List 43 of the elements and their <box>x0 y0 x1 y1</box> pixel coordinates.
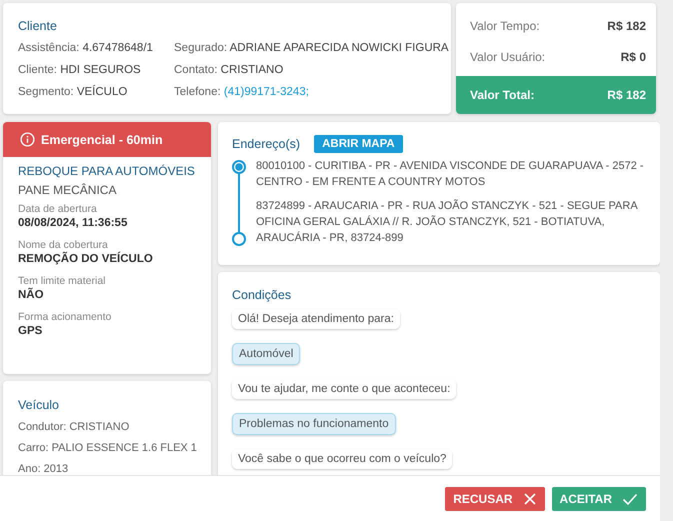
detail-label: Data de abertura <box>18 203 98 215</box>
detail-value: REMOÇÃO DO VEÍCULO <box>18 253 154 265</box>
value-label: Valor Tempo: <box>470 18 540 32</box>
value-amount: R$ 182 <box>607 18 646 32</box>
client-field: Telefone: (41)99171-3243; <box>174 86 449 98</box>
check-icon <box>622 492 638 506</box>
reject-button[interactable]: RECUSAR <box>445 486 545 510</box>
open-map-button[interactable]: ABRIR MAPA <box>314 135 403 153</box>
close-icon <box>522 492 537 506</box>
section-title: Endereço(s) <box>232 137 300 151</box>
service-title: REBOQUE PARA AUTOMÓVEIS <box>18 164 196 178</box>
info-icon <box>20 132 35 147</box>
service-subtitle: PANE MECÂNICA <box>18 183 118 197</box>
chat-question: Olá! Deseja atendimento para: <box>232 309 400 329</box>
chat-answer: Problemas no funcionamento <box>232 413 396 435</box>
accept-button[interactable]: ACEITAR <box>552 486 646 510</box>
section-title: Condições <box>232 288 292 302</box>
client-field: Assistência: 4.67478648/1 <box>18 42 174 54</box>
detail-label: Tem limite material <box>18 275 107 287</box>
chat-answer: Automóvel <box>232 343 300 365</box>
detail-value: 08/08/2024, 11:36:55 <box>18 217 128 229</box>
vehicle-info: Condutor: CRISTIANO <box>18 421 130 433</box>
detail-label: Nome da cobertura <box>18 239 109 251</box>
chat-question: Vou te ajudar, me conte o que aconteceu: <box>232 379 456 399</box>
address-text: 83724899 - ARAUCARIA - PR - RUA JOÃO STANCZYK - 521 - SEGUE PARA OFICINA GERAL GALÁXIA // R. JOÃO STANCZYK, 521 - BOTIATUVA, ARAUCÁRIA - PR, 83724-899 <box>256 198 638 246</box>
section-title: Cliente <box>18 19 58 33</box>
total-label: Valor Total: <box>470 88 534 102</box>
client-field: Segurado: ADRIANE APARECIDA NOWICKI FIGURA <box>174 42 449 54</box>
value-label: Valor Usuário: <box>470 50 546 64</box>
detail-label: Forma acionamento <box>18 311 112 323</box>
client-field: Contato: CRISTIANO <box>174 64 449 76</box>
client-field: Segmento: VEÍCULO <box>18 86 174 98</box>
detail-value: NÃO <box>18 289 45 301</box>
client-field: Cliente: HDI SEGUROS <box>18 64 174 76</box>
chat-question: Você sabe o que ocorreu com o veículo? <box>232 449 452 469</box>
section-title: Veículo <box>18 398 60 412</box>
vehicle-info: Ano: 2013 <box>18 463 70 475</box>
value-amount: R$ 0 <box>620 50 646 64</box>
address-text: 80010100 - CURITIBA - PR - AVENIDA VISCONDE DE GUARAPUAVA - 2572 - CENTRO - EM FRENTE A COUNTRY MOTOS <box>256 159 645 190</box>
detail-value: GPS <box>18 325 44 337</box>
total-amount: R$ 182 <box>607 88 646 102</box>
vehicle-info: Carro: PALIO ESSENCE 1.6 FLEX 1 <box>18 442 198 454</box>
emergency-label: Emergencial - 60min <box>41 132 163 146</box>
